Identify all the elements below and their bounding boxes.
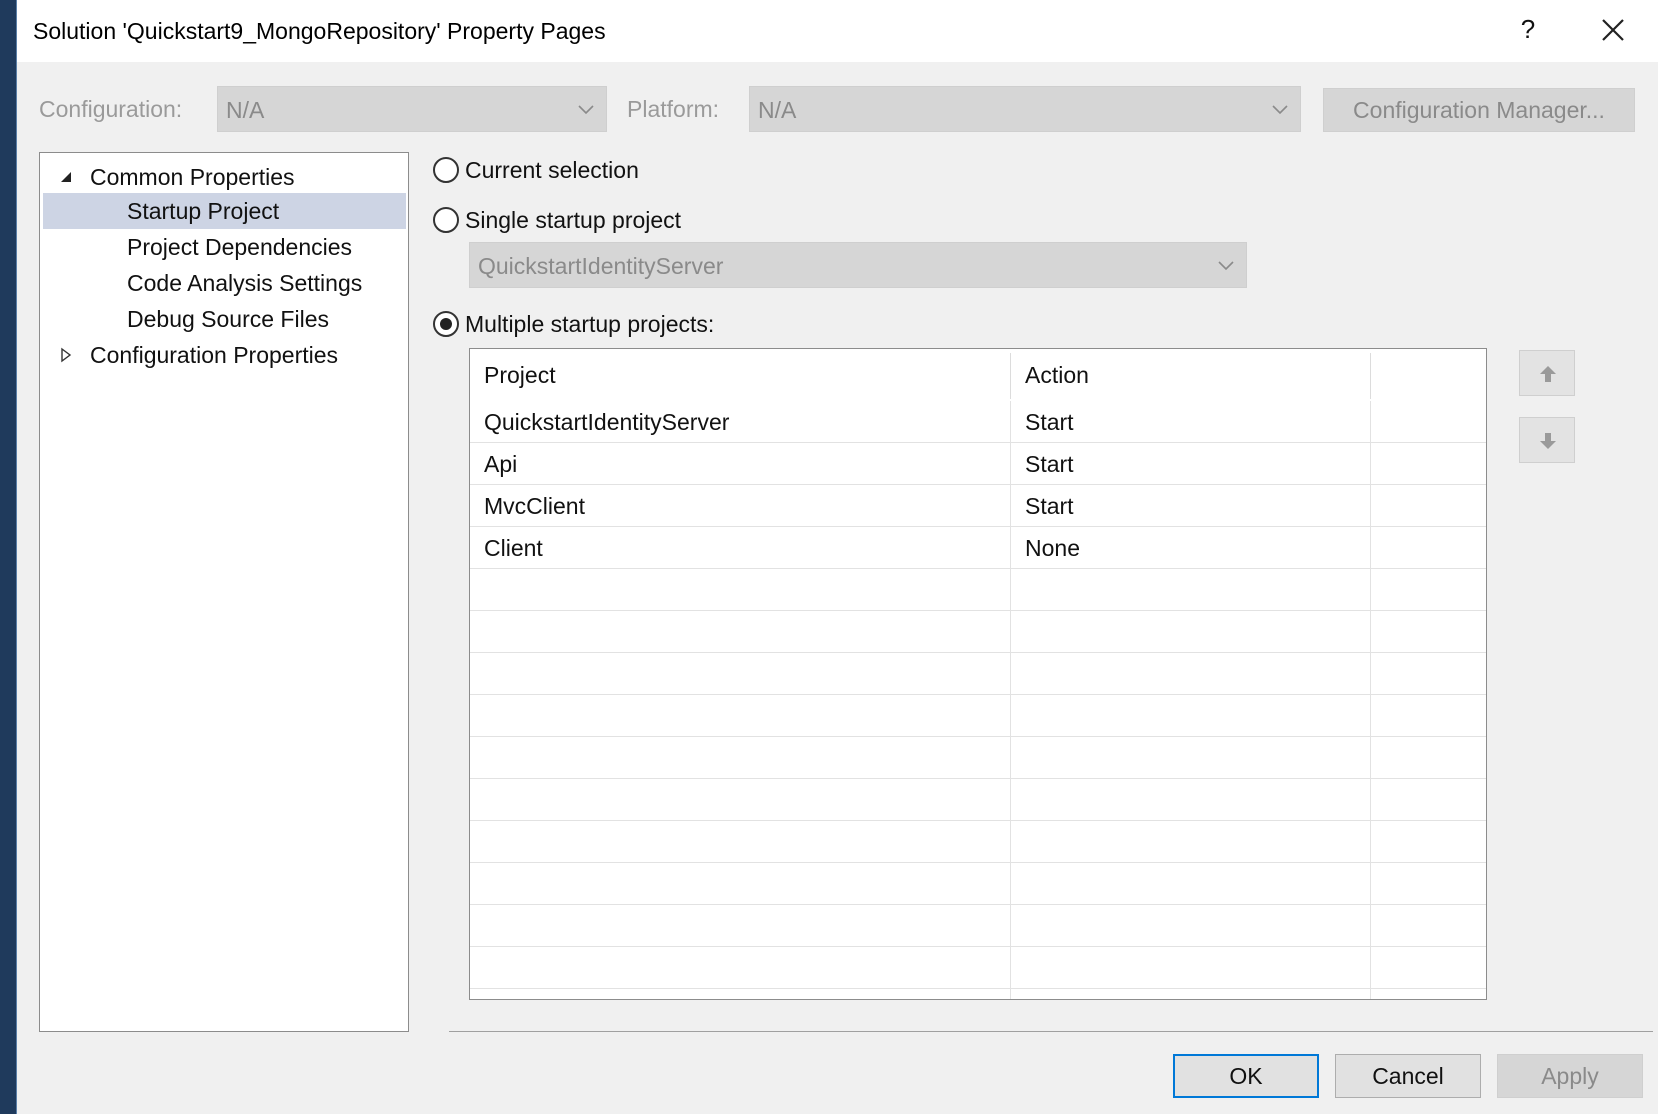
configuration-value: N/A [226, 97, 265, 123]
startup-projects-grid[interactable]: Project Action QuickstartIdentityServer … [469, 348, 1487, 1000]
tree-item-label: Project Dependencies [127, 234, 353, 260]
arrow-up-icon [1540, 366, 1556, 382]
empty-row [470, 863, 1486, 905]
close-button[interactable] [1593, 8, 1633, 52]
tree-item-code-analysis-settings[interactable]: Code Analysis Settings [40, 265, 406, 301]
tree-item-configuration-properties[interactable]: Configuration Properties [40, 337, 406, 373]
empty-row [470, 821, 1486, 863]
single-startup-option[interactable]: Single startup project [433, 203, 733, 237]
single-startup-value: QuickstartIdentityServer [478, 253, 724, 279]
single-startup-dropdown[interactable]: QuickstartIdentityServer [469, 242, 1247, 288]
footer-divider [449, 1031, 1653, 1032]
project-cell: MvcClient [484, 493, 585, 519]
property-tree: Common Properties Startup Project Projec… [39, 152, 409, 1032]
collapsed-arrow-icon[interactable] [58, 347, 74, 363]
action-cell[interactable]: Start [1011, 401, 1074, 443]
tree-item-label: Debug Source Files [127, 306, 329, 332]
empty-row [470, 737, 1486, 779]
empty-row [470, 695, 1486, 737]
empty-row [470, 611, 1486, 653]
current-selection-label: Current selection [465, 157, 639, 183]
project-cell: Api [484, 451, 518, 477]
chevron-down-icon [578, 105, 594, 115]
empty-row [470, 905, 1486, 947]
multiple-startup-option[interactable]: Multiple startup projects: [433, 307, 773, 341]
action-cell[interactable]: None [1011, 527, 1080, 569]
single-startup-radio[interactable] [433, 207, 459, 233]
table-row[interactable]: Client None [470, 527, 1486, 569]
close-icon [1602, 19, 1624, 41]
radio-selected-dot [440, 318, 452, 330]
current-selection-option[interactable]: Current selection [433, 153, 733, 187]
window-title: Solution 'Quickstart9_MongoRepository' P… [33, 18, 606, 44]
action-cell[interactable]: Start [1011, 485, 1074, 527]
configuration-manager-button[interactable]: Configuration Manager... [1323, 88, 1635, 132]
empty-row [470, 569, 1486, 611]
move-up-button[interactable] [1519, 350, 1575, 396]
tree-item-project-dependencies[interactable]: Project Dependencies [40, 229, 406, 265]
table-row[interactable]: Api Start [470, 443, 1486, 485]
ok-button[interactable]: OK [1173, 1054, 1319, 1098]
configuration-label: Configuration: [39, 96, 183, 122]
chevron-down-icon [1272, 105, 1288, 115]
empty-row [470, 653, 1486, 695]
configuration-dropdown[interactable]: N/A [217, 86, 607, 132]
action-cell[interactable]: Start [1011, 443, 1074, 485]
table-row[interactable]: QuickstartIdentityServer Start [470, 401, 1486, 443]
empty-row [470, 947, 1486, 989]
platform-value: N/A [758, 97, 797, 123]
multiple-startup-radio[interactable] [433, 311, 459, 337]
current-selection-radio[interactable] [433, 157, 459, 183]
multiple-startup-label: Multiple startup projects: [465, 311, 715, 337]
help-button[interactable]: ? [1513, 14, 1543, 45]
platform-label: Platform: [627, 96, 720, 122]
chevron-down-icon [1218, 261, 1234, 271]
property-pages-dialog: Solution 'Quickstart9_MongoRepository' P… [16, 0, 1658, 1114]
table-row[interactable]: MvcClient Start [470, 485, 1486, 527]
column-header-action[interactable]: Action [1011, 349, 1371, 401]
move-down-button[interactable] [1519, 417, 1575, 463]
apply-button[interactable]: Apply [1497, 1054, 1643, 1098]
platform-dropdown[interactable]: N/A [749, 86, 1301, 132]
tree-item-common-properties[interactable]: Common Properties [40, 159, 406, 195]
tree-item-label: Startup Project [127, 198, 280, 224]
tree-item-label: Common Properties [90, 164, 295, 190]
tree-item-debug-source-files[interactable]: Debug Source Files [40, 301, 406, 337]
expanded-arrow-icon[interactable] [58, 169, 74, 185]
tree-item-label: Code Analysis Settings [127, 270, 363, 296]
tree-item-startup-project[interactable]: Startup Project [43, 193, 406, 229]
empty-row [470, 779, 1486, 821]
title-bar: Solution 'Quickstart9_MongoRepository' P… [17, 0, 1658, 62]
cancel-button[interactable]: Cancel [1335, 1054, 1481, 1098]
single-startup-label: Single startup project [465, 207, 682, 233]
tree-item-label: Configuration Properties [90, 342, 339, 368]
arrow-down-icon [1540, 433, 1556, 449]
column-header-project[interactable]: Project [470, 349, 1010, 401]
project-cell: QuickstartIdentityServer [484, 409, 730, 435]
project-cell: Client [484, 535, 543, 561]
grid-header: Project Action [470, 349, 1486, 401]
